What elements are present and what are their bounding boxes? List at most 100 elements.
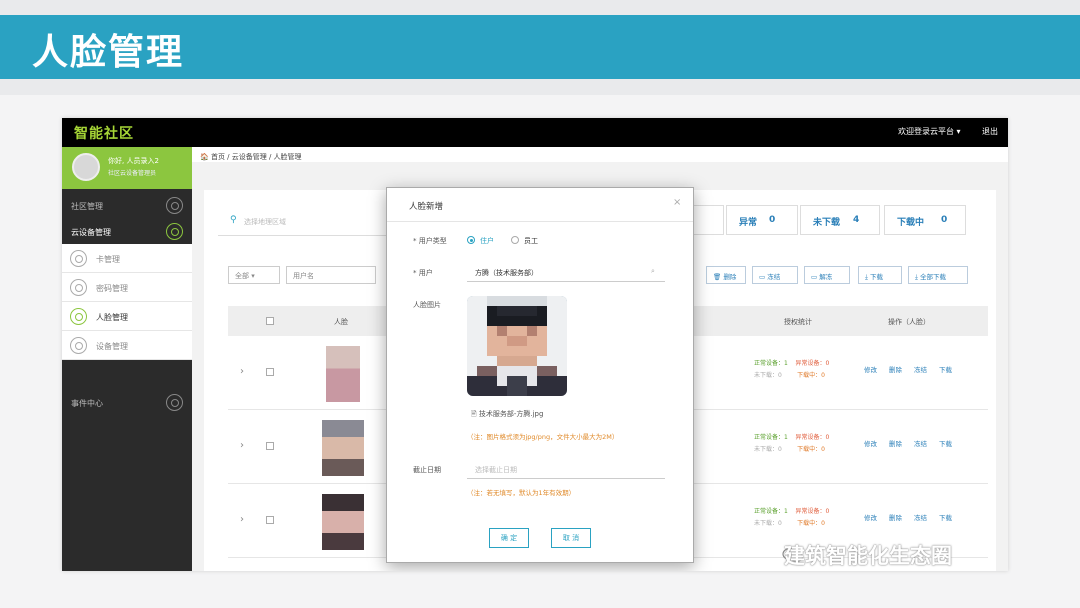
add-face-dialog: 人脸新增 × * 用户类型 住户 员工 * 用户 方腾（技术服务部） ⌕ 人脸图… bbox=[386, 187, 694, 563]
avatar bbox=[72, 153, 100, 181]
column-header-ops: 操作（人脸） bbox=[888, 318, 930, 326]
circle-ring-icon bbox=[166, 394, 183, 411]
radio-staff-label: 员工 bbox=[524, 237, 538, 245]
stat-abnormal: 异常 0 bbox=[726, 205, 798, 235]
download-link[interactable]: 下载 bbox=[939, 440, 952, 448]
stat-abnormal: 异常设备：0 bbox=[795, 508, 830, 515]
freeze-link[interactable]: 冻结 bbox=[914, 440, 927, 448]
stat-normal: 正常设备：1 bbox=[754, 508, 788, 515]
expand-chevron-icon[interactable]: › bbox=[240, 440, 244, 451]
delete-link[interactable]: 删除 bbox=[889, 366, 902, 374]
download-link[interactable]: 下载 bbox=[939, 514, 952, 522]
map-pin-icon: ⚲ bbox=[230, 215, 237, 225]
download-link[interactable]: 下载 bbox=[939, 366, 952, 374]
sidebar-item-label: 设备管理 bbox=[96, 342, 128, 351]
stat-label: 下载中 bbox=[897, 218, 925, 228]
sidebar-item-label: 人脸管理 bbox=[96, 313, 128, 322]
scope-select-value: 全部 ▾ bbox=[235, 272, 255, 280]
username-placeholder: 用户名 bbox=[293, 272, 314, 280]
delete-link[interactable]: 删除 bbox=[889, 440, 902, 448]
user-label: * 用户 bbox=[413, 269, 433, 277]
sidebar-item-device[interactable]: 设备管理 bbox=[62, 331, 192, 360]
sidebar-item-label: 密码管理 bbox=[96, 284, 128, 293]
face-thumbnail bbox=[322, 420, 364, 476]
select-all-checkbox[interactable] bbox=[266, 317, 274, 325]
download-button[interactable]: ⤓ 下载 bbox=[858, 266, 902, 284]
stat-loading: 下载中：0 bbox=[797, 446, 825, 453]
user-type-label: * 用户类型 bbox=[413, 237, 447, 245]
stat-label: 异常 bbox=[739, 218, 758, 228]
dialog-title: 人脸新增 bbox=[409, 202, 444, 212]
edit-link[interactable]: 修改 bbox=[864, 514, 877, 522]
row-actions: 修改 删除 冻结 下载 bbox=[864, 438, 964, 448]
freeze-button[interactable]: ▭ 冻结 bbox=[752, 266, 798, 284]
user-role: 社区云设备管理员 bbox=[108, 170, 157, 177]
freeze-link[interactable]: 冻结 bbox=[914, 366, 927, 374]
freeze-link[interactable]: 冻结 bbox=[914, 514, 927, 522]
delete-link[interactable]: 删除 bbox=[889, 514, 902, 522]
face-image-preview[interactable] bbox=[467, 296, 567, 396]
radio-resident[interactable] bbox=[467, 236, 475, 244]
expand-chevron-icon[interactable]: › bbox=[240, 366, 244, 377]
sidebar-item-card[interactable]: 卡管理 bbox=[62, 244, 192, 273]
breadcrumb: 🏠 首页 / 云设备管理 / 人脸管理 bbox=[200, 153, 302, 161]
face-thumbnail bbox=[326, 346, 360, 402]
sidebar-section-events[interactable]: 事件中心 bbox=[62, 390, 192, 416]
deadline-label: 截止日期 bbox=[413, 466, 441, 474]
download-all-button[interactable]: ⤓ 全部下载 bbox=[908, 266, 968, 284]
brand-logo: 智能社区 bbox=[74, 126, 134, 142]
edit-link[interactable]: 修改 bbox=[864, 366, 877, 374]
face-image-label: 人脸图片 bbox=[413, 301, 441, 309]
row-actions: 修改 删除 冻结 下载 bbox=[864, 364, 964, 374]
stat-not-downloaded: 未下载 4 bbox=[800, 205, 880, 235]
stat-downloading: 下载中 0 bbox=[884, 205, 966, 235]
stat-normal: 正常设备：1 bbox=[754, 360, 788, 367]
location-placeholder: 选择地理区域 bbox=[244, 218, 286, 226]
sidebar-section-cloud-device[interactable]: 云设备管理 bbox=[62, 219, 192, 245]
stat-abnormal: 异常设备：0 bbox=[795, 434, 830, 441]
circle-ring-icon bbox=[70, 308, 87, 325]
pixelated-face-image bbox=[467, 296, 567, 396]
circle-ring-icon bbox=[70, 250, 87, 267]
freeze-button-label: ▭ 冻结 bbox=[759, 273, 781, 281]
row-checkbox[interactable] bbox=[266, 442, 274, 450]
deadline-note: （注：若无填写，默认为1年有效期） bbox=[467, 489, 576, 497]
user-select[interactable]: 方腾（技术服务部） ⌕ bbox=[467, 264, 665, 282]
sidebar: 你好, 人员录入2 社区云设备管理员 社区管理 云设备管理 卡管理 密码管理 人… bbox=[62, 147, 192, 571]
deadline-date-input[interactable]: 选择截止日期 bbox=[467, 461, 665, 479]
top-navbar: 智能社区 欢迎登录云平台 ▾ 退出 bbox=[62, 118, 1008, 147]
welcome-menu[interactable]: 欢迎登录云平台 ▾ bbox=[898, 126, 961, 137]
sidebar-item-password[interactable]: 密码管理 bbox=[62, 273, 192, 302]
expand-chevron-icon[interactable]: › bbox=[240, 514, 244, 525]
sidebar-item-face[interactable]: 人脸管理 bbox=[62, 302, 192, 331]
scope-select[interactable]: 全部 ▾ bbox=[228, 266, 280, 284]
edit-link[interactable]: 修改 bbox=[864, 440, 877, 448]
cancel-button[interactable]: 取 消 bbox=[551, 528, 591, 548]
stat-value: 4 bbox=[853, 215, 860, 225]
sidebar-section-community[interactable]: 社区管理 bbox=[62, 193, 192, 219]
search-icon[interactable]: ⌕ bbox=[651, 267, 655, 276]
sidebar-section-label: 事件中心 bbox=[71, 399, 103, 408]
confirm-button[interactable]: 确 定 bbox=[489, 528, 529, 548]
column-header-face: 人脸 bbox=[334, 318, 348, 326]
delete-button-label: 🗑 删除 bbox=[713, 273, 737, 281]
slide-title-banner: 人脸管理 bbox=[0, 15, 1080, 79]
auth-stats: 正常设备：1 异常设备：0 未下载：0 下载中：0 bbox=[754, 358, 829, 382]
stat-pending: 未下载：0 bbox=[754, 520, 782, 527]
row-checkbox[interactable] bbox=[266, 516, 274, 524]
close-icon[interactable]: × bbox=[673, 197, 681, 208]
location-selector[interactable]: ⚲ 选择地理区域 bbox=[218, 206, 388, 236]
user-select-value: 方腾（技术服务部） bbox=[475, 269, 538, 277]
logout-link[interactable]: 退出 bbox=[982, 126, 998, 137]
row-checkbox[interactable] bbox=[266, 368, 274, 376]
delete-button[interactable]: 🗑 删除 bbox=[706, 266, 746, 284]
file-name[interactable]: 🖹 技术服务部-方腾.jpg bbox=[471, 409, 543, 421]
radio-resident-label: 住户 bbox=[480, 237, 494, 245]
radio-staff[interactable] bbox=[511, 236, 519, 244]
unfreeze-button[interactable]: ▭ 解冻 bbox=[804, 266, 850, 284]
sidebar-section-label: 云设备管理 bbox=[71, 228, 111, 237]
row-actions: 修改 删除 冻结 下载 bbox=[864, 512, 964, 522]
username-input[interactable]: 用户名 bbox=[286, 266, 376, 284]
auth-stats: 正常设备：1 异常设备：0 未下载：0 下载中：0 bbox=[754, 432, 829, 456]
watermark-text: 建筑智能化生态圈 bbox=[784, 544, 952, 568]
